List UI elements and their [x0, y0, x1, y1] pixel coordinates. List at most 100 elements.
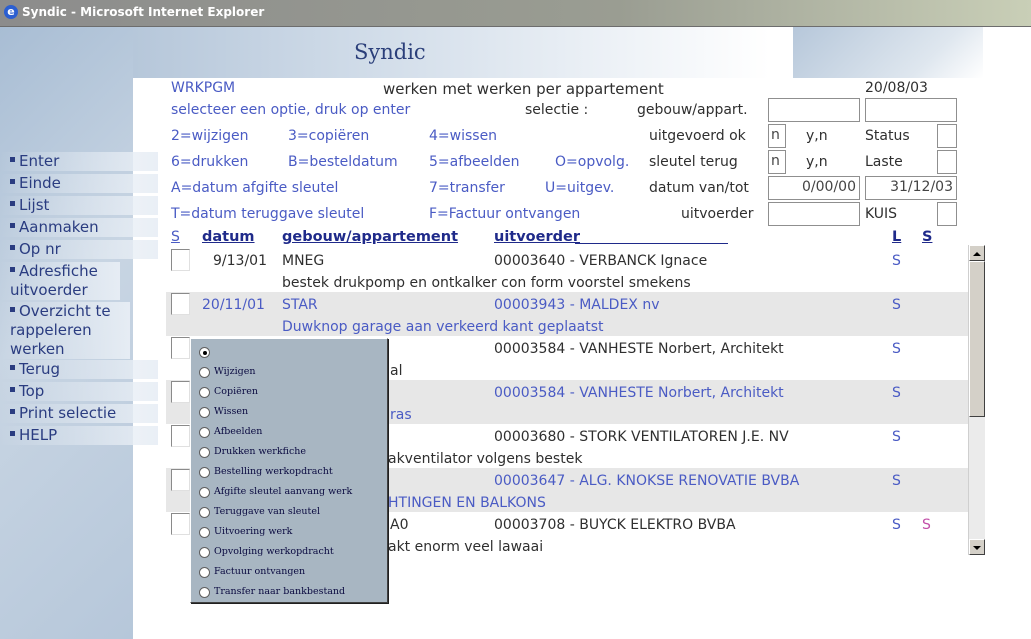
row-l: S: [892, 473, 901, 489]
selection-label: selectie :: [525, 102, 589, 118]
option-teruggave-sleutel: T=datum teruggave sleutel: [171, 206, 365, 222]
nav-label: Einde: [19, 174, 61, 192]
popup-option-opvolging[interactable]: Opvolging werkopdracht: [199, 545, 385, 563]
last-input[interactable]: [937, 150, 957, 174]
col-header-select: S: [171, 229, 180, 245]
popup-option-transfer[interactable]: Transfer naar bankbestand: [199, 585, 385, 603]
date-to-input[interactable]: 31/12/03: [865, 176, 957, 200]
row-description: HTINGEN EN BALKONS: [388, 495, 546, 511]
building-label: gebouw/appart.: [637, 102, 748, 118]
row-description: al: [390, 363, 403, 379]
bullet-icon: [10, 431, 15, 436]
table-scrollbar[interactable]: [968, 245, 985, 555]
last-label: Laste: [865, 154, 903, 170]
scroll-thumb[interactable]: [969, 261, 985, 417]
row-description: bestek drukpomp en ontkalker con form vo…: [282, 275, 691, 291]
radio-icon[interactable]: [199, 427, 210, 438]
bullet-icon: [10, 387, 15, 392]
key-input[interactable]: n: [768, 150, 786, 174]
popup-option-factuur[interactable]: Factuur ontvangen: [199, 565, 385, 583]
nav-einde[interactable]: Einde: [0, 174, 158, 193]
nav-adresfiche[interactable]: Adresfiche uitvoerder: [0, 262, 120, 300]
bullet-icon: [10, 365, 15, 370]
nav-label: Op nr: [19, 240, 61, 258]
popup-option-afgifte-sleutel[interactable]: Afgifte sleutel aanvang werk: [199, 485, 385, 503]
row-contractor: 00003943 - MALDEX nv: [494, 297, 660, 313]
row-building: A0: [390, 517, 409, 533]
popup-option-empty[interactable]: [199, 345, 385, 363]
bullet-icon: [10, 179, 15, 184]
row-select-checkbox[interactable]: [171, 513, 190, 535]
radio-selected-icon[interactable]: [199, 347, 210, 358]
nav-help[interactable]: HELP: [0, 426, 158, 445]
col-header-date[interactable]: datum: [202, 229, 255, 245]
radio-icon[interactable]: [199, 527, 210, 538]
option-uitgev: U=uitgev.: [545, 180, 615, 196]
option-transfer: 7=transfer: [429, 180, 505, 196]
radio-icon[interactable]: [199, 507, 210, 518]
nav-terug[interactable]: Terug: [0, 360, 158, 379]
contractor-extra-input[interactable]: [937, 202, 957, 226]
contractor-input[interactable]: [768, 202, 860, 226]
row-select-checkbox[interactable]: [171, 337, 190, 359]
nav-op-nr[interactable]: Op nr: [0, 240, 158, 259]
nav-aanmaken[interactable]: Aanmaken: [0, 218, 158, 237]
radio-icon[interactable]: [199, 407, 210, 418]
building-input[interactable]: [768, 98, 860, 122]
popup-option-teruggave-sleutel[interactable]: Teruggave van sleutel: [199, 505, 385, 523]
col-header-l: L: [892, 229, 902, 245]
row-s: S: [922, 517, 931, 533]
nav-enter[interactable]: Enter: [0, 152, 158, 171]
row-select-checkbox[interactable]: [171, 249, 190, 271]
scroll-down-button[interactable]: [969, 539, 985, 555]
nav-print-selectie[interactable]: Print selectie: [0, 404, 158, 423]
row-building: STAR: [282, 297, 318, 313]
row-option-popup: Wijzigen Copiëren Wissen Afbeelden Drukk…: [190, 338, 388, 603]
arrow-up-icon: [973, 252, 981, 256]
popup-option-wijzigen[interactable]: Wijzigen: [199, 365, 385, 383]
row-l: S: [892, 253, 901, 269]
row-select-checkbox[interactable]: [171, 425, 190, 447]
row-select-checkbox[interactable]: [171, 381, 190, 403]
col-header-contractor[interactable]: uitvoerder: [494, 229, 580, 245]
popup-option-bestelling[interactable]: Bestelling werkopdracht: [199, 465, 385, 483]
popup-option-wissen[interactable]: Wissen: [199, 405, 385, 423]
popup-option-afbeelden[interactable]: Afbeelden: [199, 425, 385, 443]
scroll-up-button[interactable]: [969, 245, 985, 261]
nav-lijst[interactable]: Lijst: [0, 196, 158, 215]
radio-icon[interactable]: [199, 487, 210, 498]
key-label: sleutel terug: [649, 154, 738, 170]
arrow-down-icon: [973, 546, 981, 550]
bullet-icon: [10, 201, 15, 206]
row-contractor: 00003708 - BUYCK ELEKTRO BVBA: [494, 517, 736, 533]
row-select-checkbox[interactable]: [171, 293, 190, 315]
col-header-s: S: [922, 229, 933, 245]
window-title: Syndic - Microsoft Internet Explorer: [22, 5, 265, 19]
row-description: akt enorm veel lawaai: [388, 539, 544, 555]
radio-icon[interactable]: [199, 587, 210, 598]
nav-top[interactable]: Top: [0, 382, 158, 401]
status-input[interactable]: [937, 124, 957, 148]
date-from-input[interactable]: 0/00/00: [768, 176, 860, 200]
col-header-building[interactable]: gebouw/appartement: [282, 229, 458, 245]
popup-option-uitvoering[interactable]: Uitvoering werk: [199, 525, 385, 543]
radio-icon[interactable]: [199, 567, 210, 578]
nav-label: Top: [19, 382, 45, 400]
radio-icon[interactable]: [199, 547, 210, 558]
header-date: 20/08/03: [865, 80, 928, 96]
radio-icon[interactable]: [199, 447, 210, 458]
nav-label: Terug: [19, 360, 61, 378]
apartment-input[interactable]: [865, 98, 957, 122]
radio-icon[interactable]: [199, 467, 210, 478]
bullet-icon: [10, 267, 15, 272]
radio-icon[interactable]: [199, 387, 210, 398]
row-select-checkbox[interactable]: [171, 469, 190, 491]
popup-option-drukken-werkfiche[interactable]: Drukken werkfiche: [199, 445, 385, 463]
nav-overzicht[interactable]: Overzicht te rappeleren werken: [0, 302, 130, 359]
header-underline: [575, 243, 728, 244]
app-title: Syndic: [354, 40, 426, 64]
executed-input[interactable]: n: [768, 124, 786, 148]
bullet-icon: [10, 409, 15, 414]
popup-option-copieren[interactable]: Copiëren: [199, 385, 385, 403]
radio-icon[interactable]: [199, 367, 210, 378]
